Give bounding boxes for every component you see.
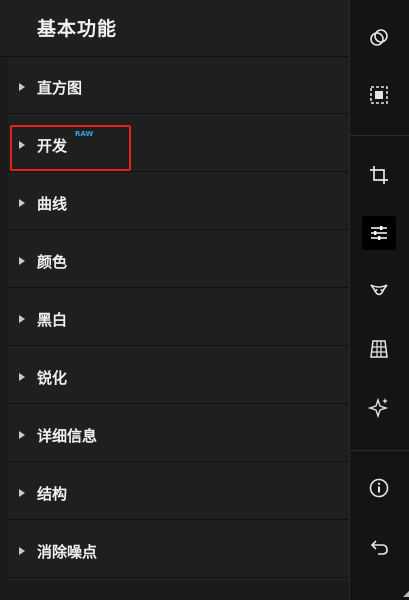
- section-structure[interactable]: 结构: [8, 464, 349, 520]
- panel-title: 基本功能: [37, 18, 118, 40]
- section-label: 详细信息: [37, 427, 98, 445]
- section-details[interactable]: 详细信息: [8, 406, 349, 462]
- sparkle-effects-icon: [368, 397, 389, 418]
- tool-sidebar: [349, 0, 409, 600]
- face-retouch-icon: [370, 284, 388, 296]
- perspective-grid-button[interactable]: [362, 332, 396, 366]
- section-label: 消除噪点: [37, 543, 98, 561]
- crop-button[interactable]: [362, 158, 396, 192]
- section-noise-reduction[interactable]: 消除噪点: [8, 522, 349, 578]
- expand-triangle-icon: [19, 547, 25, 555]
- section-histogram[interactable]: 直方图: [8, 58, 349, 114]
- section-label: 锐化: [37, 369, 68, 387]
- section-label: 黑白: [37, 311, 68, 329]
- info-button[interactable]: [362, 471, 396, 505]
- select-frame-icon: [370, 86, 388, 104]
- section-label: 结构: [37, 485, 68, 503]
- undo-button[interactable]: [362, 530, 396, 564]
- section-label: 直方图: [37, 79, 83, 97]
- corner-resize-icon: [403, 591, 409, 597]
- toolbar-divider: [350, 450, 409, 451]
- overlap-circles-icon: [370, 29, 388, 46]
- effects-button[interactable]: [362, 390, 396, 424]
- select-frame-button[interactable]: [362, 78, 396, 112]
- section-label: 颜色: [37, 253, 68, 271]
- panel-header: 基本功能: [0, 0, 349, 57]
- adjustments-button[interactable]: [362, 216, 396, 250]
- expand-triangle-icon: [19, 315, 25, 323]
- section-label: 曲线: [37, 195, 68, 213]
- section-black-white[interactable]: 黑白: [8, 290, 349, 346]
- section-sharpen[interactable]: 锐化: [8, 348, 349, 404]
- undo-icon: [370, 540, 388, 555]
- expand-triangle-icon: [19, 373, 25, 381]
- section-color[interactable]: 颜色: [8, 232, 349, 288]
- perspective-grid-icon: [370, 340, 388, 358]
- panel-left-edge: [0, 57, 8, 600]
- develop-highlight-box: [10, 125, 131, 171]
- expand-triangle-icon: [19, 199, 25, 207]
- expand-triangle-icon: [19, 83, 25, 91]
- expand-triangle-icon: [19, 257, 25, 265]
- info-icon: [369, 478, 389, 498]
- adjustments-sliders-icon: [371, 226, 387, 240]
- face-retouch-button[interactable]: [362, 274, 396, 308]
- adjustment-panel: 基本功能 直方图 开发 RAW 曲线 颜色 黑白 锐化 详细信息 结构 消除噪点: [0, 0, 349, 600]
- crop-icon: [370, 166, 388, 184]
- panel-bottom-strip: [0, 582, 349, 600]
- expand-triangle-icon: [19, 489, 25, 497]
- section-curves[interactable]: 曲线: [8, 174, 349, 230]
- toolbar-divider: [350, 135, 409, 136]
- expand-triangle-icon: [19, 431, 25, 439]
- overlap-circles-button[interactable]: [362, 21, 396, 55]
